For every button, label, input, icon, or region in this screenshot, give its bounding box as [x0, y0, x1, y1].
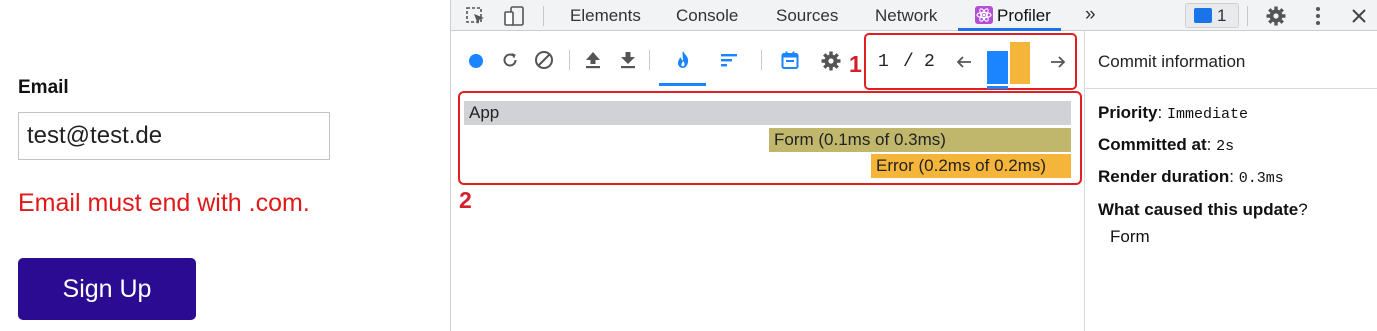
- devtools-tab-bar: Elements Console Sources Network Profile…: [451, 0, 1377, 31]
- load-profile-icon[interactable]: [583, 50, 603, 75]
- tab-sources[interactable]: Sources: [776, 6, 838, 26]
- commit-information-title: Commit information: [1098, 52, 1246, 71]
- kebab-menu-icon[interactable]: [1307, 5, 1329, 27]
- priority-label: Priority: [1098, 103, 1158, 122]
- selected-commit-indicator: [987, 86, 1008, 89]
- committed-at-value: 2s: [1216, 138, 1235, 155]
- tab-elements[interactable]: Elements: [570, 6, 641, 26]
- clear-profiling-icon[interactable]: [534, 50, 554, 75]
- ranked-chart-icon[interactable]: [719, 50, 739, 75]
- render-duration-label: Render duration: [1098, 167, 1230, 186]
- tab-separator: [1247, 6, 1248, 26]
- inspect-element-icon[interactable]: [465, 5, 487, 27]
- commit-information-header: Commit information: [1085, 31, 1377, 89]
- flame-bar-app[interactable]: App: [464, 101, 1071, 125]
- tab-separator: [543, 6, 544, 26]
- messages-badge[interactable]: 1: [1185, 3, 1239, 28]
- committed-at-row: Committed at: 2s: [1098, 135, 1235, 155]
- email-label: Email: [18, 77, 69, 98]
- save-profile-icon[interactable]: [618, 50, 638, 75]
- profiler-settings-icon[interactable]: [820, 50, 842, 77]
- commit-current: 1: [878, 52, 889, 72]
- callout-number-2: 2: [459, 187, 472, 213]
- flame-bar-error[interactable]: Error (0.2ms of 0.2ms): [871, 154, 1071, 178]
- record-icon[interactable]: [467, 52, 485, 75]
- react-icon: [975, 6, 993, 24]
- update-cause-label: What caused this update: [1098, 200, 1299, 219]
- priority-value: Immediate: [1166, 106, 1248, 123]
- active-view-indicator: [659, 83, 706, 86]
- message-count: 1: [1217, 6, 1227, 25]
- toolbar-separator: [761, 50, 762, 70]
- commit-bar-2[interactable]: [1010, 42, 1030, 84]
- tab-profiler[interactable]: Profiler: [997, 6, 1051, 26]
- app-panel: Email test@test.de Email must end with .…: [0, 0, 450, 331]
- email-field[interactable]: test@test.de: [18, 112, 330, 160]
- render-duration-value: 0.3ms: [1238, 170, 1284, 187]
- commit-separator: /: [903, 52, 914, 72]
- settings-gear-icon[interactable]: [1265, 5, 1287, 27]
- next-commit-arrow-icon[interactable]: [1048, 52, 1068, 77]
- sign-up-button[interactable]: Sign Up: [18, 258, 196, 320]
- device-toolbar-icon[interactable]: [503, 5, 525, 27]
- commit-total: 2: [924, 52, 935, 72]
- tab-network[interactable]: Network: [875, 6, 937, 26]
- timeline-calendar-icon[interactable]: [780, 50, 800, 75]
- toolbar-separator: [649, 50, 650, 70]
- more-tabs-button[interactable]: »: [1085, 4, 1096, 26]
- priority-row: Priority: Immediate: [1098, 103, 1248, 123]
- update-cause-component[interactable]: Form: [1110, 227, 1150, 247]
- flame-bar-form[interactable]: Form (0.1ms of 0.3ms): [769, 128, 1071, 152]
- update-cause-row: What caused this update?: [1098, 200, 1308, 219]
- commit-bar-1[interactable]: [987, 51, 1008, 84]
- email-error-message: Email must end with .com.: [18, 189, 310, 217]
- devtools-panel: Elements Console Sources Network Profile…: [450, 0, 1377, 331]
- reload-and-profile-icon[interactable]: [500, 50, 520, 75]
- commit-information-panel: Commit information Priority: Immediate C…: [1084, 31, 1377, 331]
- tab-console[interactable]: Console: [676, 6, 738, 26]
- toolbar-separator: [569, 50, 570, 70]
- previous-commit-arrow-icon[interactable]: [954, 52, 974, 77]
- message-icon: [1194, 8, 1212, 23]
- callout-number-1: 1: [849, 51, 862, 77]
- committed-at-label: Committed at: [1098, 135, 1207, 154]
- render-duration-row: Render duration: 0.3ms: [1098, 167, 1284, 187]
- flamegraph-icon[interactable]: [673, 50, 693, 75]
- close-icon[interactable]: [1348, 5, 1370, 27]
